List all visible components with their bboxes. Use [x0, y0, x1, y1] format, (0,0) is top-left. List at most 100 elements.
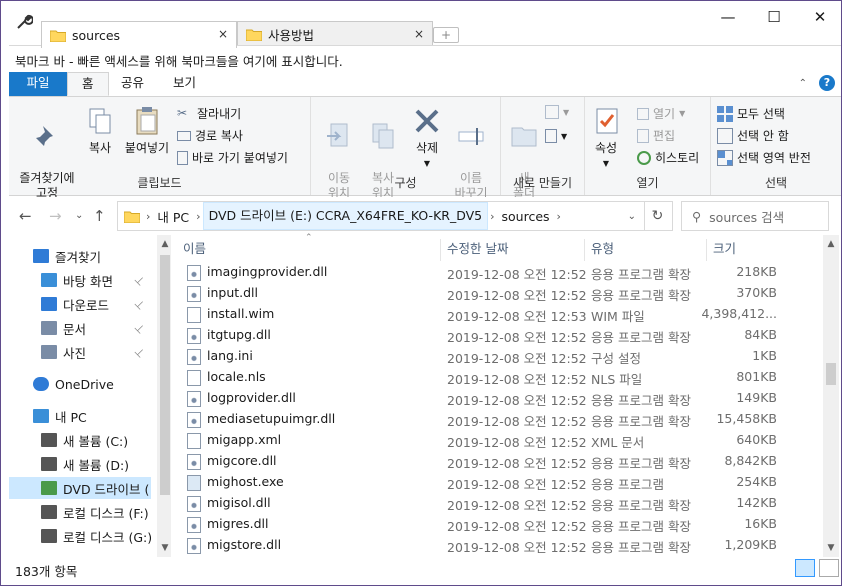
- file-row[interactable]: mediasetupuimgr.dll 2019-12-08 오전 12:52 응용…: [181, 409, 821, 430]
- up-arrow-icon[interactable]: ↑: [93, 207, 106, 225]
- file-row[interactable]: migapp.xml 2019-12-08 오전 12:52 XML 문서 640KB: [181, 430, 821, 451]
- organize-group: 이동 위치 복사 위치 삭제 ▼ 이름 바꾸기 구성: [311, 97, 501, 200]
- file-size: 640KB: [736, 432, 777, 447]
- file-list-scrollbar[interactable]: ▲ ▼: [823, 235, 839, 557]
- cut-button[interactable]: ✂ 잘라내기: [177, 105, 241, 122]
- document-icon: [41, 321, 57, 335]
- download-icon: [41, 297, 57, 311]
- nav-item[interactable]: 문서 ⊥: [9, 317, 151, 339]
- nav-item[interactable]: 로컬 디스크 (F:): [9, 501, 151, 523]
- file-row[interactable]: migstore.dll 2019-12-08 오전 12:52 응용 프로그램 확…: [181, 535, 821, 556]
- column-name[interactable]: 이름: [177, 239, 441, 261]
- file-row[interactable]: migisol.dll 2019-12-08 오전 12:52 응용 프로그램 확장…: [181, 493, 821, 514]
- nav-item[interactable]: 다운로드 ⊥: [9, 293, 151, 315]
- search-input[interactable]: ⚲ sources 검색: [681, 201, 829, 231]
- chevron-right-icon[interactable]: ›: [194, 210, 202, 223]
- nav-item[interactable]: 로컬 디스크 (G:): [9, 525, 151, 547]
- properties-button[interactable]: 속성 ▼: [591, 105, 621, 171]
- ribbon-tabs: 파일 홈 공유 보기 ⌃ ?: [9, 72, 841, 96]
- select-all-label: 모두 선택: [737, 107, 785, 121]
- column-type[interactable]: 유형: [585, 239, 707, 261]
- chevron-up-icon[interactable]: ⌃: [799, 78, 807, 89]
- scroll-down-icon[interactable]: ▼: [823, 543, 839, 553]
- refresh-button[interactable]: ↻: [643, 201, 673, 231]
- copy-button[interactable]: 복사: [83, 105, 117, 156]
- tab-home[interactable]: 홈: [67, 72, 109, 96]
- file-list: ⌃ 이름 수정한 날짜 유형 크기 imagingprovider.dll 201…: [171, 233, 841, 557]
- tab-sources[interactable]: sources ×: [41, 21, 237, 48]
- column-date[interactable]: 수정한 날짜: [441, 239, 585, 261]
- tab-view[interactable]: 보기: [159, 72, 210, 96]
- invert-selection-button[interactable]: 선택 영역 반전: [717, 149, 811, 166]
- chevron-right-icon[interactable]: ›: [555, 210, 563, 223]
- easy-access-button[interactable]: ▼: [545, 129, 567, 143]
- file-row[interactable]: mighost.exe 2019-12-08 오전 12:52 응용 프로그램 254…: [181, 472, 821, 493]
- nav-item[interactable]: DVD 드라이브 (: [9, 477, 151, 499]
- file-name: input.dll: [207, 285, 259, 300]
- back-arrow-icon[interactable]: ←: [19, 207, 32, 225]
- tab-share[interactable]: 공유: [107, 72, 158, 96]
- paste-shortcut-button[interactable]: 바로 가기 붙여넣기: [177, 149, 288, 166]
- paste-button[interactable]: 붙여넣기: [121, 105, 173, 156]
- nav-item[interactable]: 새 볼륨 (C:): [9, 429, 151, 451]
- close-button[interactable]: ✕: [797, 1, 841, 33]
- nav-item[interactable]: 새 볼륨 (D:): [9, 453, 151, 475]
- select-all-button[interactable]: 모두 선택: [717, 105, 785, 122]
- nav-scroll-thumb[interactable]: [160, 255, 170, 495]
- item-count: 183개 항목: [15, 564, 78, 579]
- select-none-button[interactable]: 선택 안 함: [717, 127, 789, 144]
- new-group-label: 새로 만들기: [512, 176, 572, 190]
- new-item-button[interactable]: ▼: [545, 105, 569, 119]
- delete-button[interactable]: 삭제 ▼: [409, 105, 445, 171]
- file-row[interactable]: logprovider.dll 2019-12-08 오전 12:52 응용 프로그…: [181, 388, 821, 409]
- file-row[interactable]: locale.nls 2019-12-08 오전 12:52 NLS 파일 801KB: [181, 367, 821, 388]
- edit-button[interactable]: 편집: [637, 127, 675, 144]
- breadcrumb-dvd-drive[interactable]: DVD 드라이브 (E:) CCRA_X64FRE_KO-KR_DV5: [202, 202, 489, 230]
- nav-item[interactable]: OneDrive: [9, 373, 151, 395]
- file-name: mighost.exe: [207, 474, 284, 489]
- chevron-right-icon[interactable]: ›: [488, 210, 496, 223]
- file-row[interactable]: lang.ini 2019-12-08 오전 12:52 구성 설정 1KB: [181, 346, 821, 367]
- file-name: imagingprovider.dll: [207, 264, 328, 279]
- file-row[interactable]: imagingprovider.dll 2019-12-08 오전 12:52 응용…: [181, 262, 821, 283]
- recent-locations-icon[interactable]: ⌄: [75, 210, 83, 221]
- invert-selection-icon: [717, 149, 733, 166]
- select-all-icon: [717, 105, 733, 122]
- file-row[interactable]: migres.dll 2019-12-08 오전 12:52 응용 프로그램 확장 1…: [181, 514, 821, 535]
- nav-item[interactable]: 사진 ⊥: [9, 341, 151, 363]
- nav-item[interactable]: 바탕 화면 ⊥: [9, 269, 151, 291]
- tab-usage[interactable]: 사용방법 ×: [237, 21, 433, 47]
- column-size[interactable]: 크기: [707, 239, 817, 261]
- file-row[interactable]: migcore.dll 2019-12-08 오전 12:52 응용 프로그램 확장…: [181, 451, 821, 472]
- close-tab-icon[interactable]: ×: [218, 27, 228, 41]
- chevron-right-icon[interactable]: ›: [144, 210, 152, 223]
- file-row[interactable]: install.wim 2019-12-08 오전 12:53 WIM 파일 4,39…: [181, 304, 821, 325]
- tab-file[interactable]: 파일: [9, 72, 67, 96]
- wrench-icon[interactable]: [15, 13, 33, 31]
- address-bar[interactable]: › 내 PC › DVD 드라이브 (E:) CCRA_X64FRE_KO-KR…: [117, 201, 645, 231]
- nav-item[interactable]: 내 PC: [9, 405, 151, 427]
- details-view-button[interactable]: [795, 559, 815, 577]
- history-button[interactable]: 히스토리: [637, 149, 699, 166]
- file-row[interactable]: input.dll 2019-12-08 오전 12:52 응용 프로그램 확장 37…: [181, 283, 821, 304]
- nav-item-label: 사진: [63, 345, 87, 361]
- forward-arrow-icon[interactable]: →: [49, 207, 62, 225]
- breadcrumb-sources[interactable]: sources: [497, 209, 555, 224]
- large-icons-view-button[interactable]: [819, 559, 839, 577]
- copy-path-button[interactable]: 경로 복사: [177, 127, 243, 144]
- help-icon[interactable]: ?: [819, 75, 835, 91]
- file-list-scroll-thumb[interactable]: [826, 363, 836, 385]
- file-row[interactable]: itgtupg.dll 2019-12-08 오전 12:52 응용 프로그램 확장…: [181, 325, 821, 346]
- address-dropdown-icon[interactable]: ⌄: [628, 211, 636, 222]
- close-tab-icon[interactable]: ×: [414, 27, 424, 41]
- scroll-up-icon[interactable]: ▲: [823, 239, 839, 249]
- nav-item[interactable]: 즐겨찾기: [9, 245, 151, 267]
- breadcrumb-this-pc[interactable]: 내 PC: [152, 207, 194, 226]
- open-button[interactable]: 열기 ▼: [637, 105, 685, 122]
- maximize-button[interactable]: ☐: [751, 1, 797, 33]
- history-label: 히스토리: [655, 151, 700, 165]
- folder-icon: [246, 29, 262, 41]
- new-tab-button[interactable]: +: [433, 27, 459, 43]
- minimize-button[interactable]: —: [705, 1, 751, 33]
- file-type: 구성 설정: [591, 351, 641, 366]
